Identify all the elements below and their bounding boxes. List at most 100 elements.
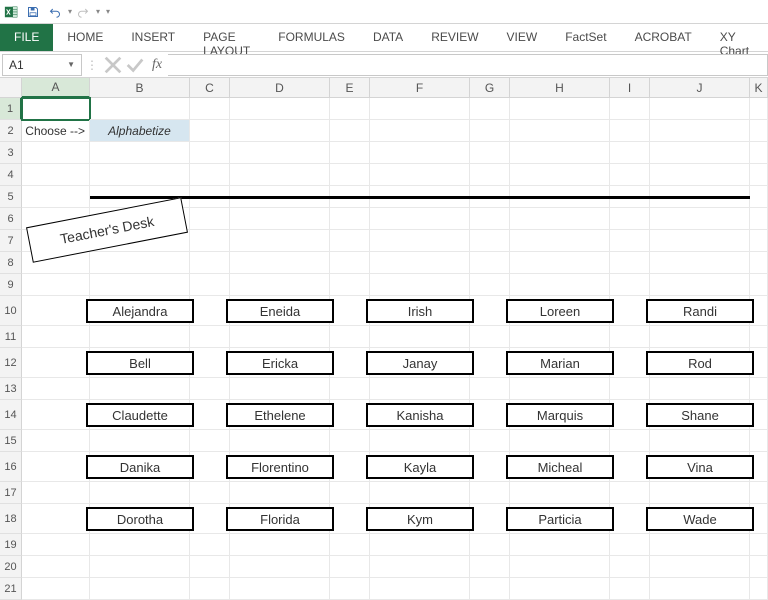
undo-button[interactable] (45, 2, 65, 22)
cell-G6[interactable] (470, 208, 510, 230)
cell-G15[interactable] (470, 430, 510, 452)
cell-E10[interactable] (330, 296, 370, 326)
row-header-7[interactable]: 7 (0, 230, 22, 252)
cell-K3[interactable] (750, 142, 768, 164)
cell-E16[interactable] (330, 452, 370, 482)
cell-C19[interactable] (190, 534, 230, 556)
cell-J3[interactable] (650, 142, 750, 164)
cell-F5[interactable] (370, 186, 470, 208)
cell-G1[interactable] (470, 98, 510, 120)
cell-A18[interactable] (22, 504, 90, 534)
cell-I2[interactable] (610, 120, 650, 142)
cell-H6[interactable] (510, 208, 610, 230)
cell-E9[interactable] (330, 274, 370, 296)
col-header-K[interactable]: K (750, 78, 768, 98)
cell-E20[interactable] (330, 556, 370, 578)
cell-B1[interactable] (90, 98, 190, 120)
cell-G21[interactable] (470, 578, 510, 600)
cell-C5[interactable] (190, 186, 230, 208)
cell-J11[interactable] (650, 326, 750, 348)
cell-D8[interactable] (230, 252, 330, 274)
cell-F16[interactable] (370, 452, 470, 482)
col-header-G[interactable]: G (470, 78, 510, 98)
redo-dropdown-icon[interactable]: ▾ (96, 7, 100, 16)
cell-K17[interactable] (750, 482, 768, 504)
cell-G14[interactable] (470, 400, 510, 430)
row-header-10[interactable]: 10 (0, 296, 22, 326)
cell-B16[interactable] (90, 452, 190, 482)
cell-C1[interactable] (190, 98, 230, 120)
tab-view[interactable]: VIEW (493, 24, 552, 51)
tab-page-layout[interactable]: PAGE LAYOUT (189, 24, 264, 51)
cell-G19[interactable] (470, 534, 510, 556)
cell-H9[interactable] (510, 274, 610, 296)
cell-J8[interactable] (650, 252, 750, 274)
row-header-8[interactable]: 8 (0, 252, 22, 274)
cell-J20[interactable] (650, 556, 750, 578)
row-header-11[interactable]: 11 (0, 326, 22, 348)
cell-H15[interactable] (510, 430, 610, 452)
cell-H3[interactable] (510, 142, 610, 164)
cell-H17[interactable] (510, 482, 610, 504)
cell-H12[interactable] (510, 348, 610, 378)
alphabetize-dropdown[interactable]: Alphabetize (90, 120, 190, 142)
cell-A4[interactable] (22, 164, 90, 186)
cell-I1[interactable] (610, 98, 650, 120)
cell-A1[interactable] (22, 98, 90, 120)
cell-I13[interactable] (610, 378, 650, 400)
cell-J2[interactable] (650, 120, 750, 142)
cell-H19[interactable] (510, 534, 610, 556)
cell-A2[interactable]: Choose --> (22, 120, 90, 142)
cell-B15[interactable] (90, 430, 190, 452)
cell-I6[interactable] (610, 208, 650, 230)
cell-J14[interactable] (650, 400, 750, 430)
cell-I14[interactable] (610, 400, 650, 430)
redo-button[interactable] (73, 2, 93, 22)
cell-D2[interactable] (230, 120, 330, 142)
cell-K8[interactable] (750, 252, 768, 274)
cell-G9[interactable] (470, 274, 510, 296)
cell-F10[interactable] (370, 296, 470, 326)
cell-G8[interactable] (470, 252, 510, 274)
row-header-15[interactable]: 15 (0, 430, 22, 452)
cell-I11[interactable] (610, 326, 650, 348)
select-all-corner[interactable] (0, 78, 22, 98)
cell-K1[interactable] (750, 98, 768, 120)
cell-J1[interactable] (650, 98, 750, 120)
cell-H8[interactable] (510, 252, 610, 274)
cell-B14[interactable] (90, 400, 190, 430)
cell-D3[interactable] (230, 142, 330, 164)
cell-C20[interactable] (190, 556, 230, 578)
cell-D18[interactable] (230, 504, 330, 534)
cell-I4[interactable] (610, 164, 650, 186)
cell-F11[interactable] (370, 326, 470, 348)
row-header-18[interactable]: 18 (0, 504, 22, 534)
cell-B6[interactable] (90, 208, 190, 230)
cell-A13[interactable] (22, 378, 90, 400)
cell-F18[interactable] (370, 504, 470, 534)
row-header-14[interactable]: 14 (0, 400, 22, 430)
cell-A5[interactable] (22, 186, 90, 208)
cell-K9[interactable] (750, 274, 768, 296)
cell-E17[interactable] (330, 482, 370, 504)
cell-B5[interactable] (90, 186, 190, 208)
cell-A10[interactable] (22, 296, 90, 326)
cell-G3[interactable] (470, 142, 510, 164)
cell-J12[interactable] (650, 348, 750, 378)
cell-A14[interactable] (22, 400, 90, 430)
cell-I5[interactable] (610, 186, 650, 208)
cell-J15[interactable] (650, 430, 750, 452)
cell-F21[interactable] (370, 578, 470, 600)
cell-B18[interactable] (90, 504, 190, 534)
cell-K14[interactable] (750, 400, 768, 430)
cell-G2[interactable] (470, 120, 510, 142)
tab-data[interactable]: DATA (359, 24, 417, 51)
cell-E14[interactable] (330, 400, 370, 430)
cell-A3[interactable] (22, 142, 90, 164)
cell-F13[interactable] (370, 378, 470, 400)
row-header-5[interactable]: 5 (0, 186, 22, 208)
cell-B10[interactable] (90, 296, 190, 326)
qat-customize-icon[interactable]: ▾ (106, 7, 110, 16)
cell-E7[interactable] (330, 230, 370, 252)
col-header-J[interactable]: J (650, 78, 750, 98)
